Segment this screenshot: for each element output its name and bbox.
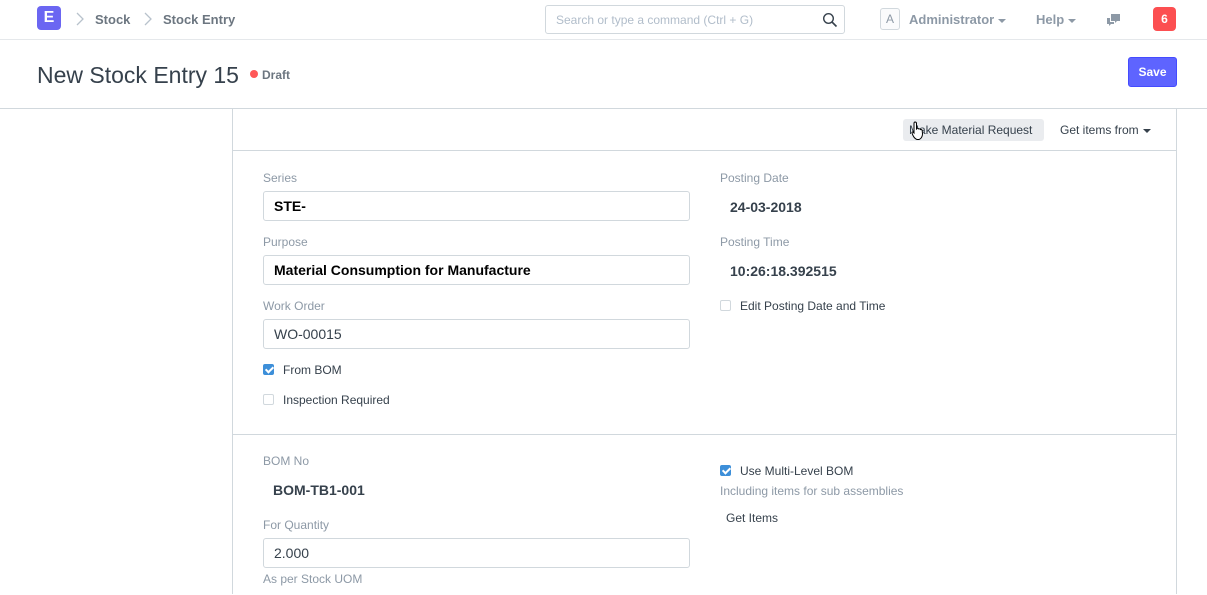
purpose-label: Purpose bbox=[263, 235, 308, 249]
search-input[interactable] bbox=[546, 6, 816, 33]
status-dot-icon bbox=[250, 70, 258, 78]
get-items-from-dropdown[interactable]: Get items from bbox=[1054, 119, 1157, 141]
help-menu[interactable]: Help bbox=[1036, 12, 1077, 27]
page-title: New Stock Entry 15 bbox=[37, 62, 239, 88]
inspection-required-label: Inspection Required bbox=[283, 393, 390, 407]
breadcrumb-stock[interactable]: Stock bbox=[95, 12, 130, 27]
search-box bbox=[545, 5, 845, 34]
mouse-pointer-icon bbox=[911, 121, 924, 140]
posting-date-label: Posting Date bbox=[720, 171, 789, 185]
work-order-field[interactable]: WO-00015 bbox=[263, 319, 690, 349]
status-label: Draft bbox=[262, 68, 291, 82]
get-items-from-label: Get items from bbox=[1060, 123, 1139, 137]
work-order-label: Work Order bbox=[263, 299, 325, 313]
section-details: Series STE- Purpose Material Consumption… bbox=[233, 151, 1176, 435]
from-bom-checkbox[interactable] bbox=[263, 364, 274, 375]
chat-icon[interactable] bbox=[1106, 12, 1122, 28]
caret-down-icon bbox=[1142, 128, 1151, 133]
edit-posting-checkbox-row[interactable]: Edit Posting Date and Time bbox=[720, 299, 885, 313]
section-bom: BOM No BOM-TB1-001 For Quantity 2.000 As… bbox=[233, 435, 1176, 595]
notification-badge[interactable]: 6 bbox=[1153, 7, 1176, 31]
multi-level-bom-checkbox[interactable] bbox=[720, 465, 731, 476]
status-badge: Draft bbox=[250, 68, 290, 82]
edit-posting-label: Edit Posting Date and Time bbox=[740, 299, 886, 313]
purpose-field[interactable]: Material Consumption for Manufacture bbox=[263, 255, 690, 285]
page-head: New Stock Entry 15 Draft Save bbox=[0, 41, 1207, 109]
inspection-required-checkbox[interactable] bbox=[263, 394, 274, 405]
multi-level-bom-help: Including items for sub assemblies bbox=[720, 484, 904, 498]
search-icon[interactable] bbox=[822, 12, 838, 28]
for-quantity-label: For Quantity bbox=[263, 518, 330, 532]
app-logo[interactable]: E bbox=[37, 6, 61, 30]
bom-no-value[interactable]: BOM-TB1-001 bbox=[273, 482, 365, 498]
series-label: Series bbox=[263, 171, 298, 185]
chevron-right-icon bbox=[76, 12, 84, 26]
chevron-right-icon bbox=[144, 12, 152, 26]
multi-level-bom-checkbox-row[interactable]: Use Multi-Level BOM bbox=[720, 464, 853, 478]
for-quantity-help: As per Stock UOM bbox=[263, 572, 363, 586]
caret-down-icon bbox=[1068, 18, 1077, 23]
breadcrumb-stock-entry[interactable]: Stock Entry bbox=[163, 12, 235, 27]
from-bom-label: From BOM bbox=[283, 363, 342, 377]
user-menu-label: Administrator bbox=[909, 12, 995, 27]
navbar: E Stock Stock Entry A Administrator Help… bbox=[0, 0, 1207, 40]
inspection-required-checkbox-row[interactable]: Inspection Required bbox=[263, 393, 390, 407]
posting-time-value: 10:26:18.392515 bbox=[730, 263, 837, 279]
posting-date-value: 24-03-2018 bbox=[730, 199, 802, 215]
from-bom-checkbox-row[interactable]: From BOM bbox=[263, 363, 342, 377]
caret-down-icon bbox=[998, 18, 1007, 23]
help-menu-label: Help bbox=[1036, 12, 1065, 27]
for-quantity-field[interactable]: 2.000 bbox=[263, 538, 690, 568]
edit-posting-checkbox[interactable] bbox=[720, 300, 731, 311]
avatar[interactable]: A bbox=[880, 8, 900, 30]
get-items-button[interactable]: Get Items bbox=[720, 507, 784, 529]
form-layout: Make Material Request Get items from Ser… bbox=[232, 109, 1177, 594]
bom-no-label: BOM No bbox=[263, 454, 310, 468]
posting-time-label: Posting Time bbox=[720, 235, 790, 249]
save-button[interactable]: Save bbox=[1128, 57, 1177, 87]
user-menu[interactable]: Administrator bbox=[909, 12, 1007, 27]
form-toolbar: Make Material Request Get items from bbox=[233, 109, 1176, 151]
multi-level-bom-label: Use Multi-Level BOM bbox=[740, 464, 854, 478]
series-field[interactable]: STE- bbox=[263, 191, 690, 221]
